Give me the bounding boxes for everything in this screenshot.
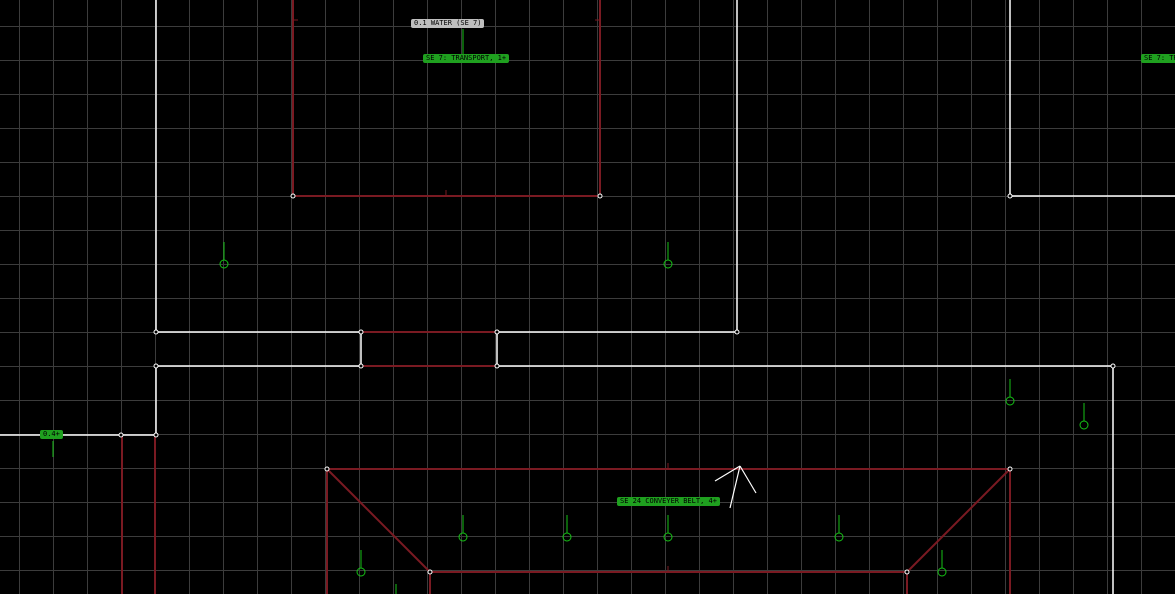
vertex-point[interactable] — [494, 329, 500, 335]
map-geometry[interactable] — [0, 0, 1175, 594]
object-marker-icon[interactable] — [219, 242, 229, 269]
sector-tag-24[interactable]: SE 24 CONVEYER BELT, 4+ — [617, 497, 720, 506]
vertex-point[interactable] — [1110, 363, 1116, 369]
object-marker-icon[interactable] — [1005, 379, 1015, 406]
platform-edge[interactable] — [906, 468, 1011, 573]
vertex-point[interactable] — [427, 569, 433, 575]
object-marker-icon[interactable] — [458, 515, 468, 542]
vertices[interactable] — [118, 193, 1116, 575]
vertex-point[interactable] — [118, 432, 124, 438]
vertex-point[interactable] — [904, 569, 910, 575]
vertex-point[interactable] — [153, 432, 159, 438]
vertex-point[interactable] — [734, 329, 740, 335]
sector-tag-right[interactable]: SE 7: TR — [1141, 54, 1175, 63]
object-marker-icon[interactable] — [356, 550, 366, 577]
object-marker-icon[interactable] — [1079, 403, 1089, 430]
platform-edges[interactable] — [121, 0, 1011, 594]
vertex-point[interactable] — [494, 363, 500, 369]
map-canvas[interactable]: 0.1 WATER (SE 7) SE 7: TRANSPORT, 1+ SE … — [0, 0, 1175, 594]
object-marker-icon[interactable] — [937, 550, 947, 577]
solid-walls[interactable] — [0, 0, 1175, 594]
sector-tag-left[interactable]: 0.4+ — [40, 430, 63, 439]
vertex-point[interactable] — [153, 329, 159, 335]
platform-edge[interactable] — [326, 468, 431, 573]
vertex-point[interactable] — [597, 193, 603, 199]
vertex-point[interactable] — [358, 329, 364, 335]
vertex-point[interactable] — [358, 363, 364, 369]
liquid-tag-water[interactable]: 0.1 WATER (SE 7) — [411, 19, 485, 28]
crosshair-cursor-icon — [714, 465, 757, 509]
object-marker-icon[interactable] — [663, 515, 673, 542]
object-marker-icon[interactable] — [834, 515, 844, 542]
object-markers[interactable] — [52, 242, 1089, 594]
object-marker-icon[interactable] — [663, 242, 673, 269]
vertex-point[interactable] — [324, 466, 330, 472]
vertex-point[interactable] — [153, 363, 159, 369]
sector-tag-7[interactable]: SE 7: TRANSPORT, 1+ — [423, 54, 510, 63]
vertex-point[interactable] — [290, 193, 296, 199]
object-marker-icon[interactable] — [562, 515, 572, 542]
vertex-point[interactable] — [1007, 193, 1013, 199]
vertex-point[interactable] — [1007, 466, 1013, 472]
edge-ticks — [293, 19, 669, 572]
